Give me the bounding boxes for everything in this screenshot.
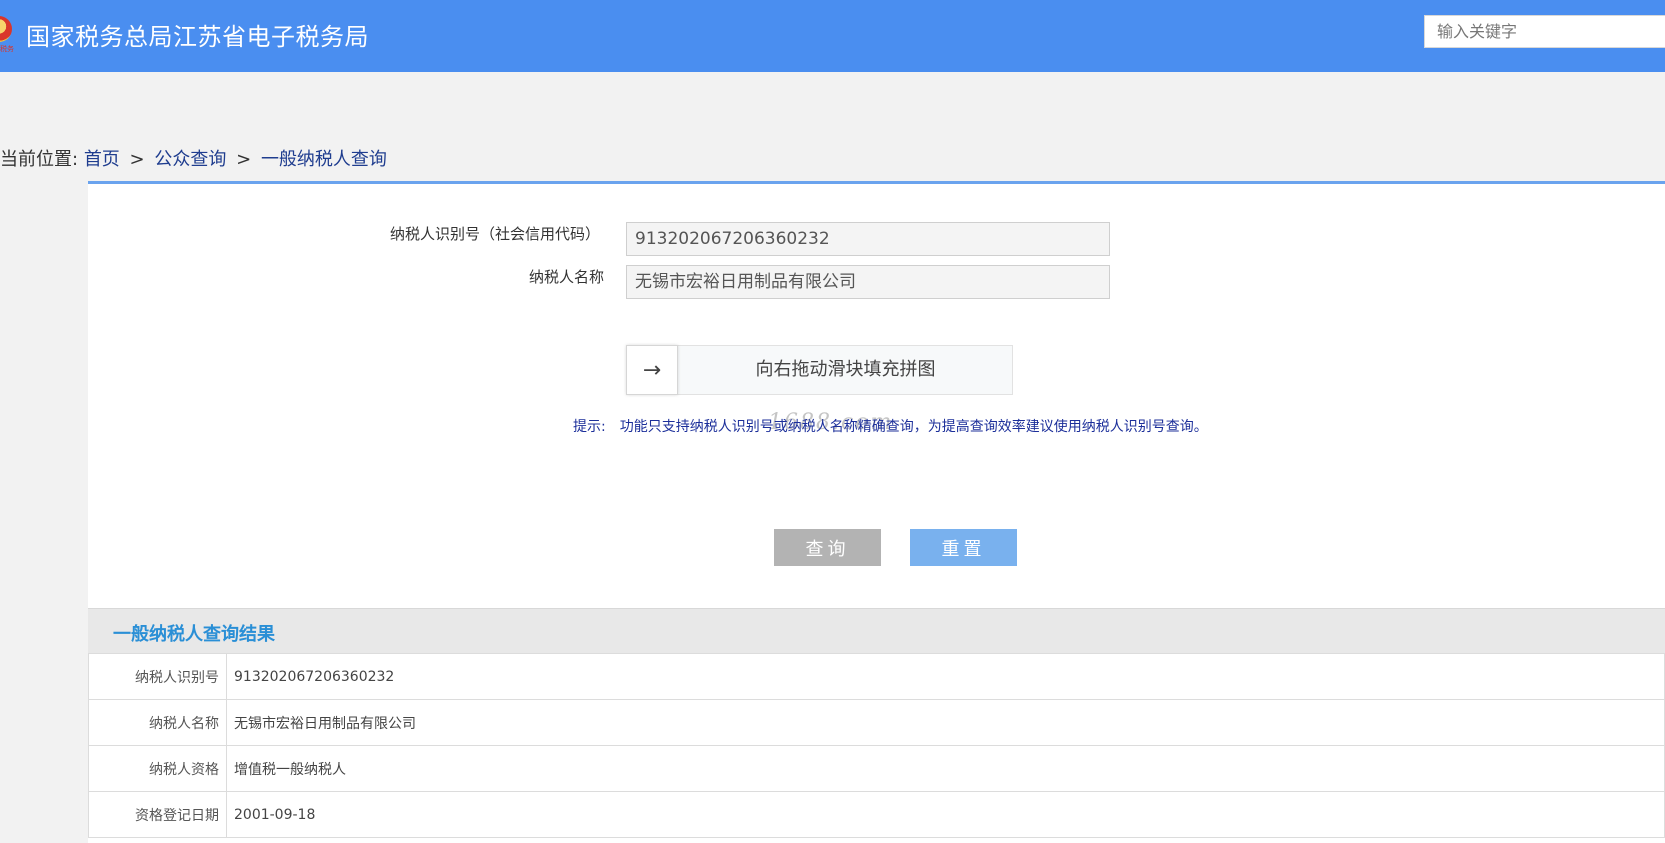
row-value: 无锡市宏裕日用制品有限公司	[226, 699, 1665, 746]
table-row: 纳税人识别号 913202067206360232	[88, 653, 1665, 700]
search-input[interactable]	[1424, 15, 1665, 48]
breadcrumb-home-link[interactable]: 首页	[84, 149, 120, 170]
captcha-slider[interactable]: → 向右拖动滑块填充拼图	[626, 345, 1013, 395]
tax-emblem-icon	[0, 16, 12, 42]
taxpayer-name-label: 纳税人名称	[529, 268, 605, 286]
row-value: 913202067206360232	[226, 653, 1665, 700]
row-value: 2001-09-18	[226, 791, 1665, 838]
row-label: 纳税人名称	[88, 699, 227, 746]
slider-instruction: 向右拖动滑块填充拼图	[755, 359, 936, 380]
breadcrumb-separator: >	[129, 149, 145, 170]
top-header: 税务 国家税务总局江苏省电子税务局	[0, 0, 1665, 72]
arrow-right-icon: →	[642, 357, 662, 383]
site-title: 国家税务总局江苏省电子税务局	[26, 23, 369, 51]
taxpayer-name-field[interactable]: 无锡市宏裕日用制品有限公司	[626, 265, 1110, 299]
breadcrumb-separator: >	[236, 149, 252, 170]
query-button[interactable]: 查询	[774, 529, 881, 566]
row-label: 纳税人识别号	[88, 653, 227, 700]
results-title: 一般纳税人查询结果	[113, 624, 275, 645]
emblem-caption: 税务	[0, 45, 14, 53]
breadcrumb-public-query-link[interactable]: 公众查询	[154, 149, 226, 170]
row-label: 纳税人资格	[88, 745, 227, 792]
query-panel: 纳税人识别号（社会信用代码） 913202067206360232 纳税人名称 …	[88, 181, 1665, 843]
hint-text: 提示: 功能只支持纳税人识别号或纳税人名称精确查询，为提高查询效率建议使用纳税人识…	[573, 416, 1208, 436]
hint-message: 功能只支持纳税人识别号或纳税人名称精确查询，为提高查询效率建议使用纳税人识别号查…	[619, 419, 1208, 435]
taxpayer-id-label: 纳税人识别号（社会信用代码）	[390, 225, 601, 243]
table-row: 纳税人名称 无锡市宏裕日用制品有限公司	[88, 699, 1665, 746]
table-row: 资格登记日期 2001-09-18	[88, 791, 1665, 838]
row-label: 资格登记日期	[88, 791, 227, 838]
row-value: 增值税一般纳税人	[226, 745, 1665, 792]
reset-button[interactable]: 重置	[910, 529, 1017, 566]
breadcrumb-prefix: 当前位置:	[0, 149, 79, 170]
table-row: 纳税人资格 增值税一般纳税人	[88, 745, 1665, 792]
results-header: 一般纳税人查询结果	[88, 608, 1665, 654]
breadcrumb-current: 一般纳税人查询	[260, 149, 387, 170]
breadcrumb: 当前位置: 首页 > 公众查询 > 一般纳税人查询	[0, 145, 387, 171]
results-table: 纳税人识别号 913202067206360232 纳税人名称 无锡市宏裕日用制…	[88, 653, 1665, 838]
taxpayer-id-field[interactable]: 913202067206360232	[626, 222, 1110, 256]
slider-handle[interactable]: →	[626, 345, 678, 395]
hint-label: 提示:	[573, 419, 606, 435]
